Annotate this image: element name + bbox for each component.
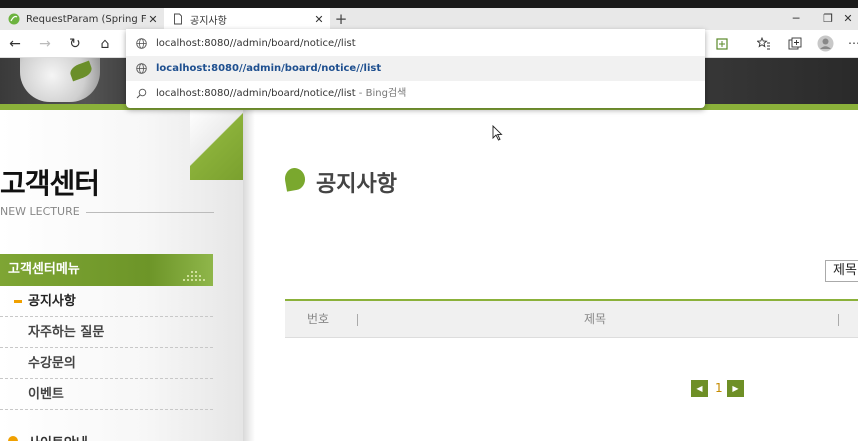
content-shadow [243,110,255,441]
pattern-icon [183,271,205,281]
globe-icon [136,38,147,49]
mouse-cursor-icon [492,125,503,141]
suggestion-url[interactable]: localhost:8080//admin/board/notice//list [126,56,705,81]
browser-tab-bar: RequestParam (Spring Framewo ✕ 공지사항 ✕ + … [0,8,858,30]
more-menu-icon[interactable]: ⋯ [848,36,858,50]
address-bar-dropdown: localhost:8080//admin/board/notice//list… [126,29,705,108]
close-window-button[interactable]: ✕ [838,8,858,30]
suggestion-text: localhost:8080//admin/board/notice//list [156,63,382,74]
search-field-select[interactable]: 제목 [825,260,858,282]
suggestion-text: localhost:8080//admin/board/notice//list [156,88,356,99]
minimize-button[interactable]: ─ [781,8,811,30]
home-button[interactable]: ⌂ [95,34,115,54]
sidebar-item-notice[interactable]: 공지사항 [0,286,213,317]
window-top-strip [0,0,858,8]
refresh-button[interactable]: ↻ [65,34,85,54]
extension-icon[interactable] [716,38,728,50]
forward-button[interactable]: → [35,34,55,54]
suggestion-search[interactable]: localhost:8080//admin/board/notice//list… [126,81,705,106]
spring-icon [8,13,20,25]
main-content: 공지사항 제목 번호 제목 ◀ 1 ▶ [243,110,858,441]
sidebar-item-label: 수강문의 [28,356,76,371]
page-curl-decoration [190,110,243,180]
tab-notice[interactable]: 공지사항 ✕ [164,8,330,30]
divider [86,212,214,213]
column-header-title: 제목 [584,312,607,326]
globe-icon [136,63,147,74]
column-separator [357,314,358,326]
leaf-icon [283,166,307,192]
sidebar-subtitle: NEW LECTURE [0,205,80,218]
column-header-number: 번호 [307,312,330,326]
sidebar-next-section[interactable]: 사이트안내 [0,432,88,441]
profile-avatar-icon[interactable] [817,35,834,52]
sidebar-item-label: 자주하는 질문 [28,325,105,340]
table-header: 번호 제목 [285,301,858,338]
sidebar-item-faq[interactable]: 자주하는 질문 [0,317,213,348]
sidebar-item-label: 이벤트 [28,387,64,402]
tab-requestparam[interactable]: RequestParam (Spring Framewo ✕ [0,8,164,30]
bing-search-suffix: - Bing검색 [355,88,407,99]
sidebar-item-inquiry[interactable]: 수강문의 [0,348,213,379]
address-text: localhost:8080//admin/board/notice//list [156,38,356,49]
search-icon [136,88,147,99]
sidebar-title: 고객센터 [0,167,100,200]
prev-page-button[interactable]: ◀ [691,380,708,397]
next-page-button[interactable]: ▶ [727,380,744,397]
page-number-current[interactable]: 1 [715,380,723,397]
close-tab-icon[interactable]: ✕ [146,13,160,26]
sidebar-item-event[interactable]: 이벤트 [0,379,213,410]
back-button[interactable]: ← [5,34,25,54]
active-bullet [14,300,22,303]
tab-title: RequestParam (Spring Framewo [26,13,146,25]
collections-icon[interactable] [788,37,802,51]
close-tab-icon[interactable]: ✕ [312,13,326,26]
favorites-icon[interactable] [757,37,771,51]
web-page: 고객센터 NEW LECTURE 고객센터메뉴 공지사항 자주하는 질문 수강문… [0,58,858,441]
sidebar-item-label: 공지사항 [28,294,76,309]
page-icon [174,13,182,25]
new-tab-button[interactable]: + [333,10,349,28]
page-title: 공지사항 [316,172,397,197]
tab-title: 공지사항 [190,15,227,27]
column-separator [838,314,839,326]
sidebar-menu-heading: 고객센터메뉴 [0,254,213,286]
address-bar-input[interactable]: localhost:8080//admin/board/notice//list [126,31,705,56]
